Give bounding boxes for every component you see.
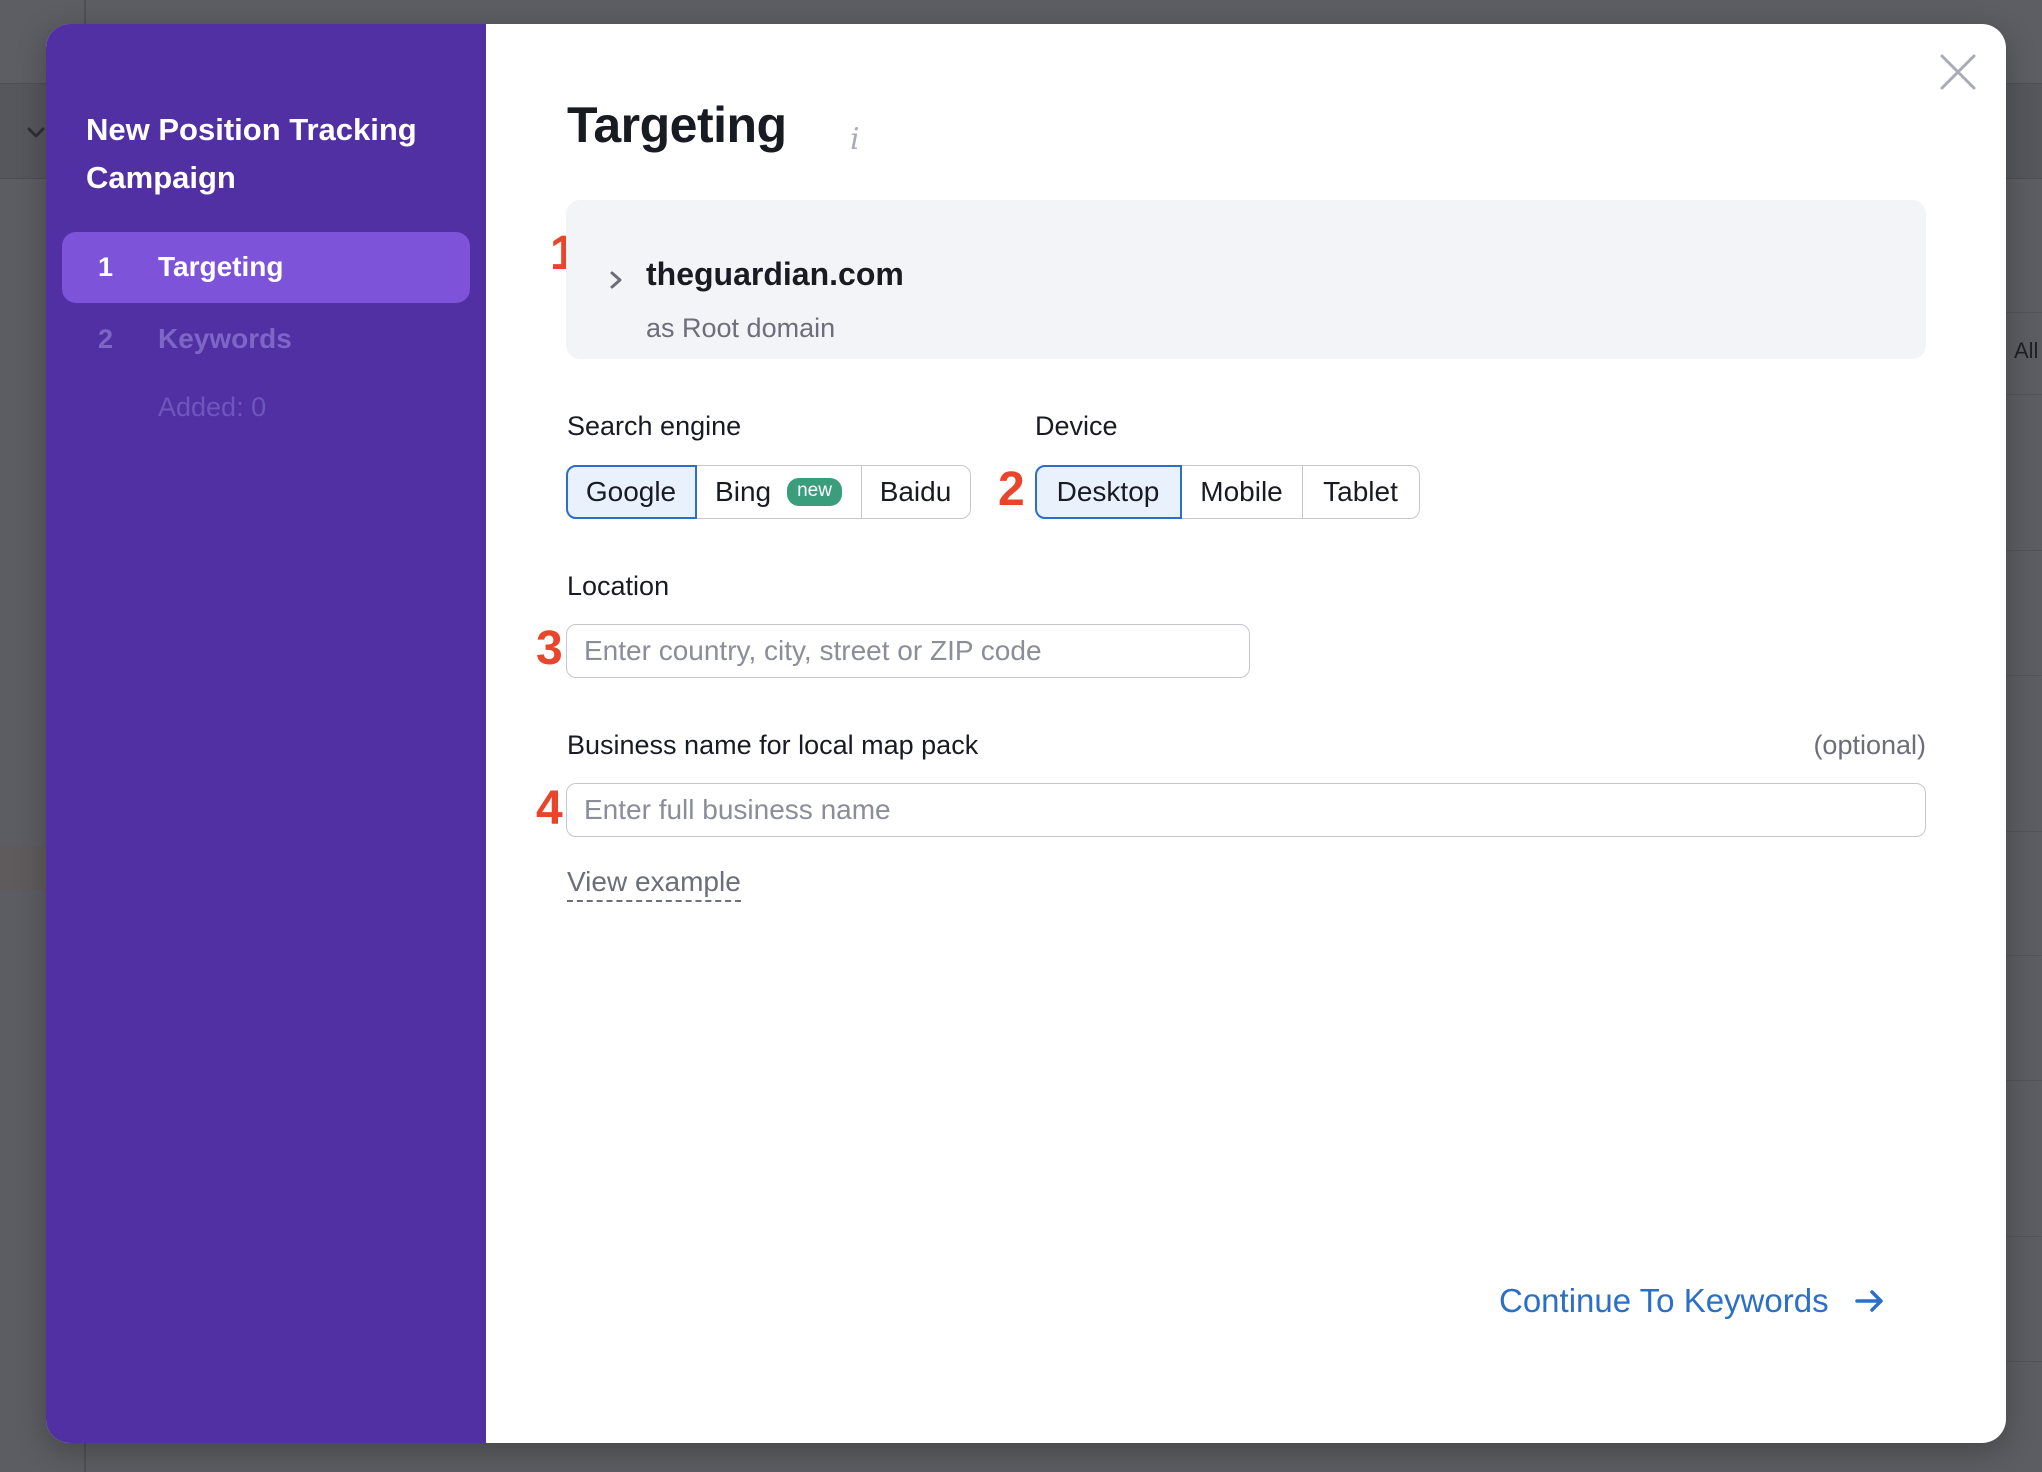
- search-engine-label: Search engine: [567, 411, 742, 441]
- view-example-link[interactable]: View example: [567, 866, 741, 902]
- keywords-added-count: Added: 0: [158, 392, 267, 422]
- targeting-panel: Targeting i 1 theguardian.com as Root do…: [486, 24, 2006, 1443]
- chevron-down-icon: [27, 127, 45, 138]
- domain-type: as Root domain: [646, 313, 836, 343]
- search-engine-selector: Google Bing new Baidu: [566, 465, 971, 519]
- background-row-line: [2006, 1236, 2042, 1237]
- option-label: Tablet: [1323, 476, 1398, 507]
- domain-summary[interactable]: theguardian.com as Root domain: [566, 200, 1926, 359]
- device-selector: Desktop Mobile Tablet: [1035, 465, 1420, 519]
- new-campaign-modal: New Position Tracking Campaign 1 Targeti…: [46, 24, 2006, 1443]
- search-engine-bing[interactable]: Bing new: [696, 466, 862, 518]
- device-tablet[interactable]: Tablet: [1303, 466, 1418, 518]
- device-label: Device: [1035, 411, 1118, 441]
- background-row-line: [2006, 312, 2042, 313]
- background-row-line: [2006, 675, 2042, 676]
- continue-to-keywords-button[interactable]: Continue To Keywords: [1499, 1282, 1885, 1320]
- chevron-right-icon[interactable]: [606, 268, 626, 292]
- location-input[interactable]: [566, 624, 1250, 678]
- search-engine-baidu[interactable]: Baidu: [862, 466, 969, 518]
- step-keywords[interactable]: 2 Keywords Added: 0: [62, 304, 470, 422]
- background-row-line: [2006, 1080, 2042, 1081]
- optional-label: (optional): [1813, 730, 1926, 760]
- location-label: Location: [567, 571, 670, 601]
- info-icon[interactable]: i: [850, 122, 860, 157]
- option-label: Mobile: [1200, 476, 1283, 507]
- background-filter-label: All: [2014, 338, 2039, 363]
- background-row-line: [2006, 550, 2042, 551]
- step-label: Keywords: [158, 323, 292, 354]
- step-number: 1: [98, 252, 114, 282]
- annotation-marker: 3: [536, 622, 563, 675]
- domain-name: theguardian.com: [646, 256, 904, 292]
- new-badge: new: [787, 478, 842, 506]
- wizard-title: New Position Tracking Campaign: [86, 112, 417, 195]
- step-number: 2: [98, 324, 114, 354]
- step-label: Targeting: [158, 251, 284, 282]
- wizard-sidebar: New Position Tracking Campaign 1 Targeti…: [46, 24, 486, 1443]
- page-title: Targeting: [567, 97, 787, 153]
- option-label: Google: [585, 476, 677, 507]
- continue-label: Continue To Keywords: [1499, 1282, 1829, 1319]
- option-label: Bing: [715, 476, 772, 507]
- device-desktop[interactable]: Desktop: [1035, 465, 1182, 519]
- background-row-line: [2006, 831, 2042, 832]
- annotation-marker: 4: [536, 782, 563, 835]
- close-icon[interactable]: [1936, 50, 1980, 94]
- search-engine-google[interactable]: Google: [566, 465, 697, 519]
- arrow-right-icon: [1854, 1290, 1883, 1312]
- business-name-input[interactable]: [566, 783, 1926, 837]
- device-mobile[interactable]: Mobile: [1181, 466, 1303, 518]
- option-label: Desktop: [1056, 476, 1160, 507]
- option-label: Baidu: [879, 476, 952, 507]
- business-name-label: Business name for local map pack: [567, 730, 979, 760]
- background-row-line: [2006, 955, 2042, 956]
- background-row-line: [2006, 394, 2042, 395]
- background-row-line: [2006, 1361, 2042, 1362]
- step-targeting[interactable]: 1 Targeting: [62, 232, 470, 303]
- annotation-marker: 2: [998, 463, 1025, 516]
